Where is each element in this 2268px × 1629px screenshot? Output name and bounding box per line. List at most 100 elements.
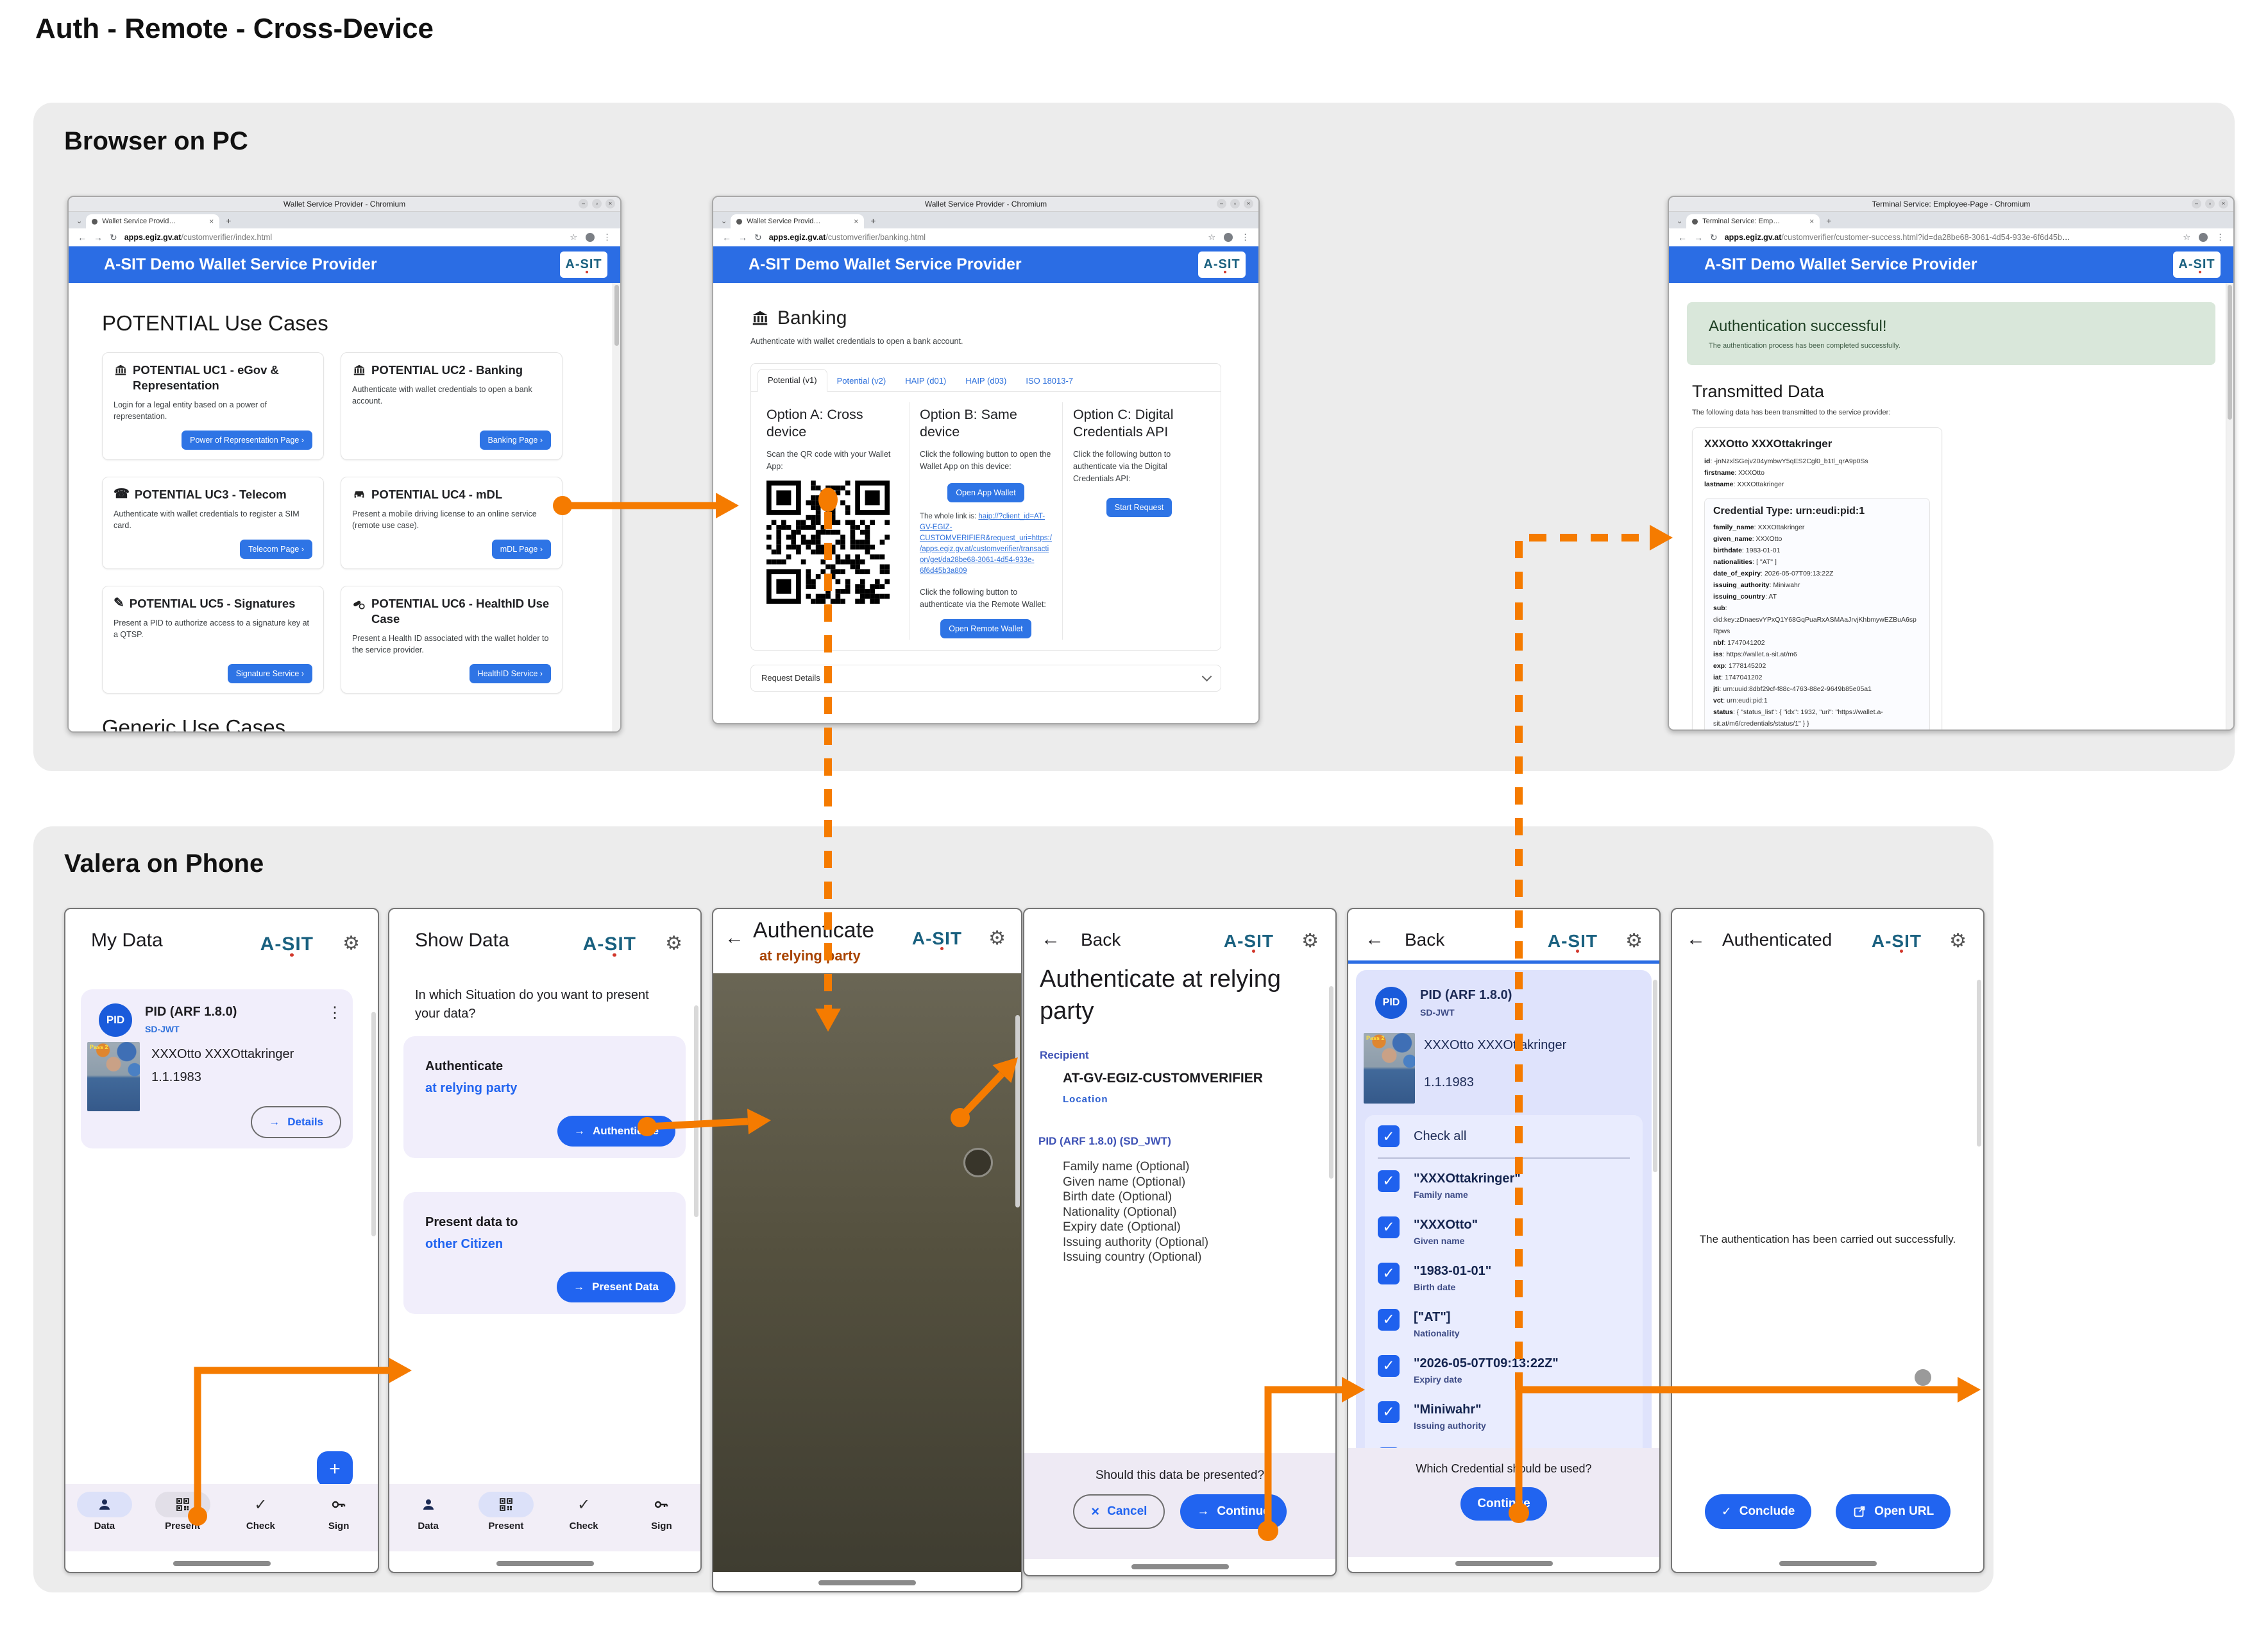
back-icon[interactable]: ← [722, 232, 731, 243]
bookmark-star-icon[interactable]: ☆ [570, 232, 577, 243]
tab-potential-v1[interactable]: Potential (v1) [757, 369, 827, 392]
url-bar[interactable]: ← → ↻ apps.egiz.gv.at/customverifier/ind… [69, 228, 620, 246]
back-icon[interactable]: ← [1041, 928, 1060, 950]
attribute-row[interactable]: ✓ "2026-05-07T09:13:22Z"Expiry date [1378, 1355, 1630, 1390]
new-tab-icon[interactable]: + [1826, 216, 1831, 226]
tab-close-icon[interactable]: × [854, 217, 858, 226]
scrollbar[interactable] [1015, 1015, 1020, 1207]
tab-haip-d03[interactable]: HAIP (d03) [956, 370, 1016, 391]
home-indicator[interactable] [173, 1561, 271, 1566]
new-tab-icon[interactable]: + [226, 216, 231, 226]
bookmark-star-icon[interactable]: ☆ [2183, 232, 2190, 243]
open-remote-wallet-button[interactable]: Open Remote Wallet [940, 619, 1031, 638]
browser-tab[interactable]: Terminal Service: Emp… × [1686, 214, 1820, 228]
browser-tab[interactable]: Wallet Service Provid… × [731, 214, 864, 228]
scrollbar[interactable] [694, 1005, 698, 1217]
continue-button[interactable]: →Continue [1180, 1494, 1286, 1529]
profile-avatar[interactable] [586, 233, 595, 242]
tab-iso-18013-7[interactable]: ISO 18013-7 [1016, 370, 1083, 391]
back-icon[interactable]: ← [1686, 928, 1705, 950]
settings-gear-icon[interactable]: ⚙ [343, 932, 360, 955]
maximize-icon[interactable]: ▫ [592, 199, 602, 209]
new-tab-icon[interactable]: + [870, 216, 876, 226]
location-link[interactable]: Location [1063, 1094, 1108, 1105]
haip-link[interactable]: haip://?client_id=AT-GV-EGIZ-CUSTOMVERIF… [920, 513, 1052, 575]
checkbox-checked-icon[interactable]: ✓ [1378, 1170, 1400, 1192]
reload-icon[interactable]: ↻ [1710, 232, 1718, 243]
nav-item-check[interactable]: ✓ Check [222, 1484, 300, 1551]
settings-gear-icon[interactable]: ⚙ [1301, 930, 1319, 952]
attribute-row[interactable]: ✓ "XXXOtto"Given name [1378, 1216, 1630, 1251]
open-url-button[interactable]: Open URL [1836, 1494, 1951, 1529]
window-titlebar[interactable]: Wallet Service Provider - Chromium – ▫ × [713, 197, 1258, 212]
profile-avatar[interactable] [2199, 233, 2208, 242]
tab-potential-v2[interactable]: Potential (v2) [827, 370, 896, 391]
continue-button[interactable]: Continue [1460, 1487, 1546, 1521]
close-icon[interactable]: × [2219, 199, 2228, 209]
reload-icon[interactable]: ↻ [110, 232, 117, 243]
settings-gear-icon[interactable]: ⚙ [665, 932, 682, 955]
mdl-page-button[interactable]: mDL Page › [492, 540, 551, 559]
authenticate-button[interactable]: →Authenticate [557, 1116, 675, 1147]
close-icon[interactable]: × [1244, 199, 1253, 209]
scrollbar[interactable] [371, 1012, 376, 1236]
card-menu-icon[interactable]: ⋮ [327, 1003, 343, 1022]
conclude-button[interactable]: ✓Conclude [1705, 1494, 1811, 1529]
checkbox-checked-icon[interactable]: ✓ [1378, 1355, 1400, 1377]
window-titlebar[interactable]: Terminal Service: Employee-Page - Chromi… [1669, 197, 2233, 212]
attribute-row[interactable]: ✓ "1983-01-01"Birth date [1378, 1263, 1630, 1297]
profile-avatar[interactable] [1224, 233, 1233, 242]
scrollbar[interactable] [1329, 986, 1333, 1179]
checkbox-checked-icon[interactable]: ✓ [1378, 1125, 1400, 1147]
checkbox-checked-icon[interactable]: ✓ [1378, 1401, 1400, 1423]
nav-item-sign[interactable]: Sign [300, 1484, 378, 1551]
back-icon[interactable]: ← [1678, 232, 1687, 243]
tab-close-icon[interactable]: × [1809, 217, 1814, 226]
checkbox-checked-icon[interactable]: ✓ [1378, 1309, 1400, 1331]
close-icon[interactable]: × [605, 199, 615, 209]
settings-gear-icon[interactable]: ⚙ [988, 927, 1006, 950]
telecom-page-button[interactable]: Telecom Page › [240, 540, 312, 559]
nav-item-sign[interactable]: Sign [623, 1484, 700, 1551]
back-icon[interactable]: ← [1365, 928, 1384, 950]
open-app-wallet-button[interactable]: Open App Wallet [947, 483, 1024, 502]
checkbox-checked-icon[interactable]: ✓ [1378, 1263, 1400, 1284]
power-of-representation-button[interactable]: Power of Representation Page › [182, 431, 312, 450]
scrollbar[interactable] [2226, 283, 2233, 729]
credential-select-card[interactable]: PID PID (ARF 1.8.0) SD-JWT Pass 2 XXXOtt… [1356, 970, 1652, 1458]
browser-menu-icon[interactable]: ⋮ [1241, 232, 1249, 243]
cancel-button[interactable]: ×Cancel [1073, 1494, 1165, 1529]
home-indicator[interactable] [496, 1561, 594, 1566]
checkbox-checked-icon[interactable]: ✓ [1378, 1216, 1400, 1238]
back-icon[interactable]: ← [725, 927, 744, 949]
forward-icon[interactable]: → [94, 232, 103, 243]
forward-icon[interactable]: → [1694, 232, 1703, 243]
home-indicator[interactable] [818, 1580, 916, 1585]
attribute-row[interactable]: ✓ "Miniwahr"Issuing authority [1378, 1401, 1630, 1436]
nav-item-data[interactable]: Data [65, 1484, 144, 1551]
settings-gear-icon[interactable]: ⚙ [1949, 930, 1967, 952]
nav-item-check[interactable]: ✓ Check [545, 1484, 623, 1551]
reload-icon[interactable]: ↻ [754, 232, 762, 243]
minimize-icon[interactable]: – [1217, 199, 1226, 209]
forward-icon[interactable]: → [738, 232, 747, 243]
healthid-service-button[interactable]: HealthID Service › [470, 664, 551, 683]
details-button[interactable]: →Details [251, 1106, 341, 1138]
bookmark-star-icon[interactable]: ☆ [1208, 232, 1215, 243]
nav-item-present[interactable]: Present [144, 1484, 222, 1551]
nav-item-present[interactable]: Present [467, 1484, 545, 1551]
banking-page-button[interactable]: Banking Page › [480, 431, 551, 450]
check-all-row[interactable]: ✓ Check all [1378, 1125, 1630, 1147]
maximize-icon[interactable]: ▫ [1230, 199, 1240, 209]
add-credential-fab[interactable]: + [317, 1451, 353, 1487]
tab-search-caret-icon[interactable]: ⌄ [721, 217, 727, 225]
back-label[interactable]: Back [1081, 930, 1121, 950]
minimize-icon[interactable]: – [2192, 199, 2201, 209]
minimize-icon[interactable]: – [579, 199, 588, 209]
browser-menu-icon[interactable]: ⋮ [2216, 232, 2224, 243]
attribute-row[interactable]: ✓ ["AT"]Nationality [1378, 1309, 1630, 1343]
attribute-row[interactable]: ✓ "XXXOttakringer"Family name [1378, 1170, 1630, 1205]
signature-service-button[interactable]: Signature Service › [228, 664, 312, 683]
start-request-button[interactable]: Start Request [1106, 498, 1172, 517]
back-icon[interactable]: ← [78, 232, 87, 243]
